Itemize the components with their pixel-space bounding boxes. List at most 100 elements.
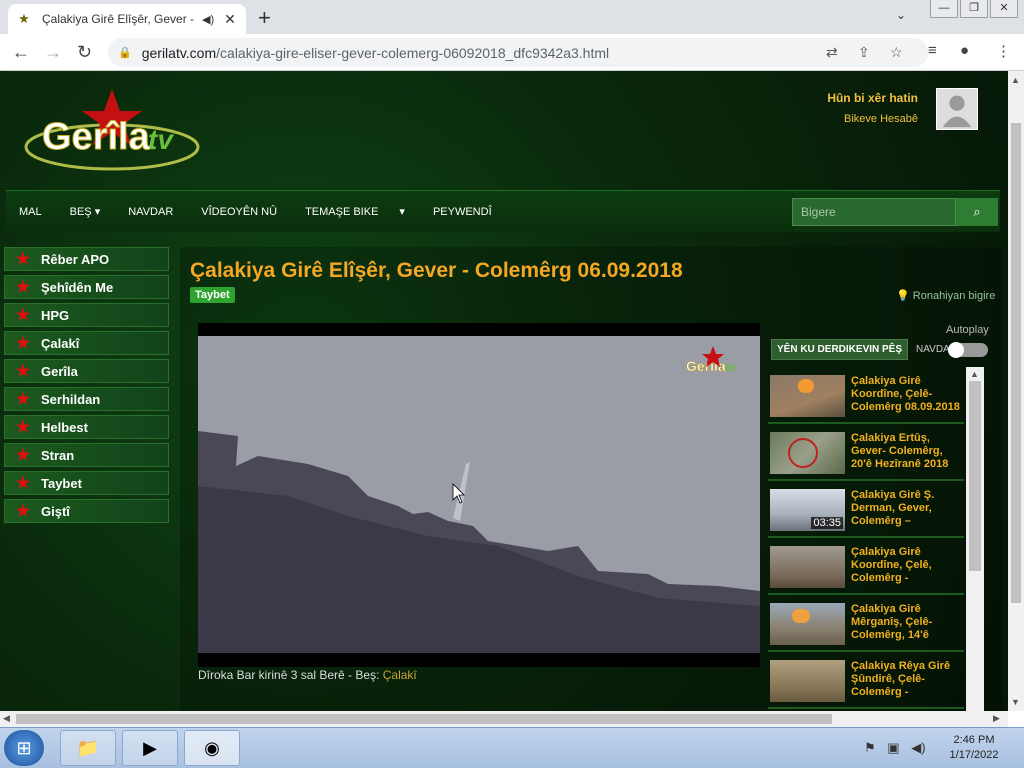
volume-icon[interactable]: ◀) — [911, 740, 925, 755]
scroll-left-icon[interactable]: ◀ — [3, 713, 10, 724]
scroll-up-icon[interactable]: ▲ — [970, 369, 979, 379]
list-item[interactable]: Çalakiya Girê Mêrganîş, Çelê-Colemêrg, 1… — [768, 595, 964, 652]
list-item[interactable]: Çalakiya Ertûş, Gever- Colemêrg, 20'ê He… — [768, 424, 964, 481]
login-link[interactable]: Bikeve Hesabê — [800, 113, 918, 125]
explosion-image — [792, 609, 810, 623]
video-thumbnail[interactable] — [770, 375, 845, 417]
folder-icon: 📁 — [76, 738, 100, 758]
sidebar-item-serhildan[interactable]: ★ Serhildan — [4, 387, 169, 411]
search-input[interactable]: Bigere — [792, 198, 956, 226]
avatar[interactable] — [936, 88, 978, 130]
nav-item-videoyen-nu[interactable]: VÎDEOYÊN NÛ — [201, 206, 277, 218]
forward-arrow-icon[interactable]: → — [44, 42, 62, 63]
video-thumbnail[interactable] — [770, 660, 845, 702]
sidebar-item-gerila[interactable]: ★ Gerîla — [4, 359, 169, 383]
list-item[interactable]: Çalakiya Girê Koordîne, Çelê, Colemêrg - — [768, 538, 964, 595]
sidebar-item-label: Stran — [41, 447, 75, 463]
page-horizontal-scrollbar[interactable]: ◀ ▶ — [0, 711, 1008, 727]
sidebar-item-sehiden-me[interactable]: ★ Şehîdên Me — [4, 275, 169, 299]
main-nav: MAL BEŞ ▾ NAVDAR VÎDEOYÊN NÛ TEMAŞE BIKE… — [6, 190, 1000, 232]
watermark-tv-text: tv — [726, 362, 737, 374]
scrollbar-thumb[interactable] — [1011, 123, 1021, 603]
list-item[interactable]: Çalakiya Rêya Girê Şûndirê, Çelê-Colemêr… — [768, 652, 964, 709]
star-icon: ★ — [15, 447, 31, 464]
related-video-title[interactable]: Çalakiya Girê Koordîne, Çelê, Colemêrg - — [851, 546, 963, 585]
sidebar-item-helbest[interactable]: ★ Helbest — [4, 415, 169, 439]
flag-icon[interactable]: ⚑ — [864, 740, 876, 755]
caret-down-icon[interactable]: ▾ — [399, 205, 405, 218]
search-button[interactable]: ⌕ — [956, 198, 998, 226]
related-video-title[interactable]: Çalakiya Rêya Girê Şûndirê, Çelê-Colemêr… — [851, 660, 963, 699]
nav-item-temase-bike[interactable]: TEMAŞE BIKE — [305, 206, 378, 218]
related-video-title[interactable]: Çalakiya Girê Koordîne, Çelê-Colemêrg 08… — [851, 375, 963, 414]
windows-taskbar: ⊞ 📁 ▶ ◉ ⚑ ▣ ◀) 2:46 PM 1/17/2022 — [0, 727, 1024, 768]
clock-date: 1/17/2022 — [949, 749, 999, 761]
video-thumbnail[interactable] — [770, 546, 845, 588]
menu-kebab-icon[interactable]: ⋮ — [996, 42, 1011, 60]
address-bar[interactable]: 🔒 gerilatv.com/calakiya-gire-eliser-geve… — [108, 38, 928, 67]
audio-playing-icon[interactable]: ◀) — [202, 13, 216, 26]
close-window-button[interactable]: ✕ — [990, 0, 1018, 18]
tab-search-chevron-icon[interactable]: ⌄ — [896, 8, 906, 22]
list-item[interactable]: Çalakiya Girê Koordîne, Çelê-Colemêrg 08… — [768, 367, 964, 424]
gerila-tv-logo[interactable]: Gerîla tv — [24, 89, 204, 181]
sidebar-item-calaki[interactable]: ★ Çalakî — [4, 331, 169, 355]
video-thumbnail[interactable] — [770, 603, 845, 645]
browser-toolbar: ← → ↻ 🔒 gerilatv.com/calakiya-gire-elise… — [0, 34, 1024, 71]
sidebar-item-reber-apo[interactable]: ★ Rêber APO — [4, 247, 169, 271]
restore-button[interactable]: ❐ — [960, 0, 988, 18]
nav-item-bes[interactable]: BEŞ ▾ — [70, 205, 101, 218]
video-thumbnail[interactable]: 03:35 — [770, 489, 845, 531]
start-button[interactable]: ⊞ — [4, 730, 44, 766]
page-vertical-scrollbar[interactable]: ▲ ▼ — [1008, 71, 1024, 711]
taskbar-media-player[interactable]: ▶ — [122, 730, 178, 766]
bookmark-star-icon[interactable]: ☆ — [890, 44, 903, 61]
autoplay-toggle[interactable] — [948, 342, 988, 358]
video-player[interactable]: Gerîla tv — [198, 323, 760, 667]
tab-close-icon[interactable]: ✕ — [222, 11, 238, 28]
nav-item-peywendi[interactable]: PEYWENDÎ — [433, 206, 492, 218]
related-list-scrollbar[interactable]: ▲ — [966, 367, 984, 711]
related-video-title[interactable]: Çalakiya Ertûş, Gever- Colemêrg, 20'ê He… — [851, 432, 963, 471]
url-path: /calakiya-gire-eliser-gever-colemerg-060… — [216, 44, 610, 61]
related-video-title[interactable]: Çalakiya Girê Ş. Derman, Gever, Colemêrg… — [851, 489, 963, 528]
scrollbar-thumb[interactable] — [969, 381, 981, 571]
scrollbar-thumb[interactable] — [16, 714, 832, 724]
video-frame[interactable]: Gerîla tv — [198, 336, 760, 653]
translate-icon[interactable]: ⇄ — [826, 44, 838, 61]
profile-icon[interactable]: ● — [960, 42, 969, 59]
sidebar-item-hpg[interactable]: ★ HPG — [4, 303, 169, 327]
category-link[interactable]: Çalakî — [383, 668, 417, 682]
taskbar-chrome[interactable]: ◉ — [184, 730, 240, 766]
sidebar-item-taybet[interactable]: ★ Taybet — [4, 471, 169, 495]
video-thumbnail[interactable] — [770, 432, 845, 474]
reload-icon[interactable]: ↻ — [77, 42, 92, 63]
lock-icon[interactable]: 🔒 — [118, 46, 132, 59]
taskbar-explorer[interactable]: 📁 — [60, 730, 116, 766]
nav-item-mal[interactable]: MAL — [19, 206, 42, 218]
network-icon[interactable]: ▣ — [887, 740, 899, 755]
share-icon[interactable]: ⇪ — [858, 44, 870, 61]
lights-off-toggle[interactable]: 💡 Ronahiyan bigire — [896, 289, 995, 302]
sidebar-item-label: Rêber APO — [41, 251, 110, 267]
new-tab-button[interactable]: + — [258, 5, 271, 31]
star-icon: ★ — [15, 251, 31, 268]
sidebar-item-label: Çalakî — [41, 335, 80, 351]
nav-item-navdar[interactable]: NAVDAR — [128, 206, 173, 218]
web-page: Gerîla tv Hûn bi xêr hatin Bikeve Hesabê… — [0, 71, 1008, 711]
clock[interactable]: 2:46 PM 1/17/2022 — [948, 733, 1000, 763]
list-item[interactable]: 03:35 Çalakiya Girê Ş. Derman, Gever, Co… — [768, 481, 964, 538]
related-video-title[interactable]: Çalakiya Girê Mêrganîş, Çelê-Colemêrg, 1… — [851, 603, 963, 642]
back-arrow-icon[interactable]: ← — [12, 42, 30, 63]
star-icon: ★ — [15, 475, 31, 492]
scroll-down-icon[interactable]: ▼ — [1011, 697, 1020, 707]
category-badge[interactable]: Taybet — [190, 287, 235, 303]
scroll-up-icon[interactable]: ▲ — [1011, 75, 1020, 85]
scroll-right-icon[interactable]: ▶ — [993, 713, 1000, 724]
media-control-icon[interactable]: ≡ — [928, 42, 937, 59]
minimize-button[interactable]: — — [930, 0, 958, 18]
sidebar-item-gisti[interactable]: ★ Giştî — [4, 499, 169, 523]
sidebar-item-label: HPG — [41, 307, 70, 323]
sidebar-item-stran[interactable]: ★ Stran — [4, 443, 169, 467]
browser-tab[interactable]: ★ Çalakiya Girê Elîşêr, Gever - C ◀) ✕ — [8, 4, 246, 34]
